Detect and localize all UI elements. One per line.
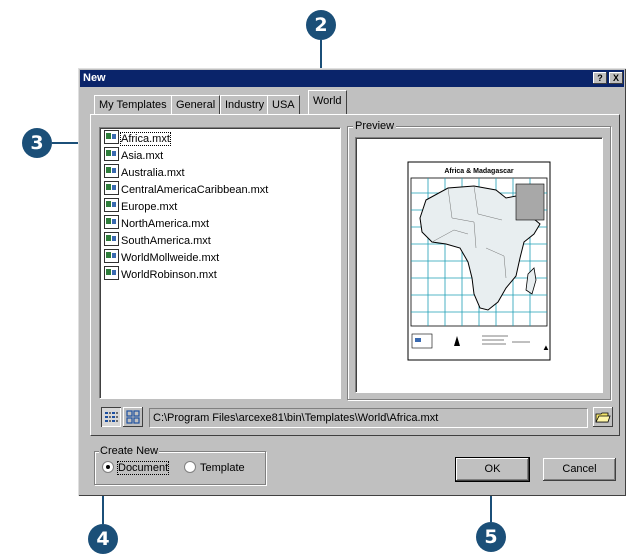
template-radio-label: Template: [200, 462, 245, 474]
browse-button[interactable]: [593, 407, 613, 427]
callout-5: 5: [476, 522, 506, 552]
file-name: Asia.mxt: [121, 150, 164, 162]
list-view-icon: [105, 412, 118, 422]
file-name: CentralAmericaCaribbean.mxt: [121, 184, 269, 196]
map-template-icon: [104, 181, 119, 195]
template-path-field[interactable]: C:\Program Files\arcexe81\bin\Templates\…: [149, 408, 588, 428]
callout-3: 3: [22, 128, 52, 158]
list-item[interactable]: SouthAmerica.mxt: [104, 232, 211, 248]
map-template-icon: [104, 249, 119, 263]
template-radio-dot[interactable]: [184, 461, 196, 473]
document-radio-dot[interactable]: [102, 461, 114, 473]
tab-my-templates[interactable]: My Templates: [94, 95, 172, 114]
preview-area: Africa & Madagascar ▲: [355, 137, 603, 393]
file-name: WorldRobinson.mxt: [121, 269, 217, 281]
list-item[interactable]: Asia.mxt: [104, 147, 163, 163]
map-template-icon: [104, 232, 119, 246]
tab-industry[interactable]: Industry: [220, 95, 270, 114]
tab-general[interactable]: General: [171, 95, 221, 114]
list-item[interactable]: WorldMollweide.mxt: [104, 249, 219, 265]
map-thumbnail-title: Africa & Madagascar: [444, 168, 514, 175]
file-name: WorldMollweide.mxt: [121, 252, 220, 264]
map-thumbnail: Africa & Madagascar ▲: [407, 161, 551, 361]
dialog-title: New: [83, 72, 106, 84]
list-item[interactable]: WorldRobinson.mxt: [104, 266, 217, 282]
large-icons-view-icon: [126, 410, 140, 424]
list-item[interactable]: NorthAmerica.mxt: [104, 215, 209, 231]
create-new-label: Create New: [99, 445, 160, 457]
list-view-button[interactable]: [101, 407, 121, 427]
ok-button[interactable]: OK: [455, 457, 530, 482]
file-name: Europe.mxt: [121, 201, 178, 213]
file-name: Australia.mxt: [121, 167, 185, 179]
help-button[interactable]: ?: [593, 72, 607, 84]
template-radio[interactable]: Template: [184, 461, 245, 475]
map-template-icon: [104, 147, 119, 161]
preview-label: Preview: [353, 120, 397, 132]
file-name: SouthAmerica.mxt: [121, 235, 211, 247]
callout-2: 2: [306, 10, 336, 40]
tab-world[interactable]: World: [308, 90, 347, 114]
svg-text:▲: ▲: [542, 343, 550, 352]
map-template-icon: [104, 198, 119, 212]
file-name: NorthAmerica.mxt: [121, 218, 210, 230]
open-folder-icon: [595, 412, 611, 423]
list-item[interactable]: Africa.mxt: [104, 130, 171, 146]
map-template-icon: [104, 130, 119, 144]
map-template-icon: [104, 164, 119, 178]
map-template-icon: [104, 266, 119, 280]
large-icons-view-button[interactable]: [123, 407, 143, 427]
template-file-list[interactable]: Africa.mxt Asia.mxt Australia.mxt Centra…: [99, 127, 341, 399]
new-dialog: New ? X My Templates General Industry US…: [78, 68, 626, 496]
list-item[interactable]: Europe.mxt: [104, 198, 177, 214]
callout-4: 4: [88, 524, 118, 554]
document-radio-label: Document: [116, 461, 170, 475]
tab-panel: Africa.mxt Asia.mxt Australia.mxt Centra…: [90, 114, 620, 436]
list-item[interactable]: CentralAmericaCaribbean.mxt: [104, 181, 268, 197]
document-radio[interactable]: Document: [102, 461, 170, 475]
title-bar: New ? X: [80, 70, 624, 87]
file-name: Africa.mxt: [120, 132, 171, 146]
map-template-icon: [104, 215, 119, 229]
cancel-button[interactable]: Cancel: [543, 458, 616, 481]
list-item[interactable]: Australia.mxt: [104, 164, 185, 180]
close-button[interactable]: X: [609, 72, 623, 84]
tab-usa[interactable]: USA: [267, 95, 300, 114]
